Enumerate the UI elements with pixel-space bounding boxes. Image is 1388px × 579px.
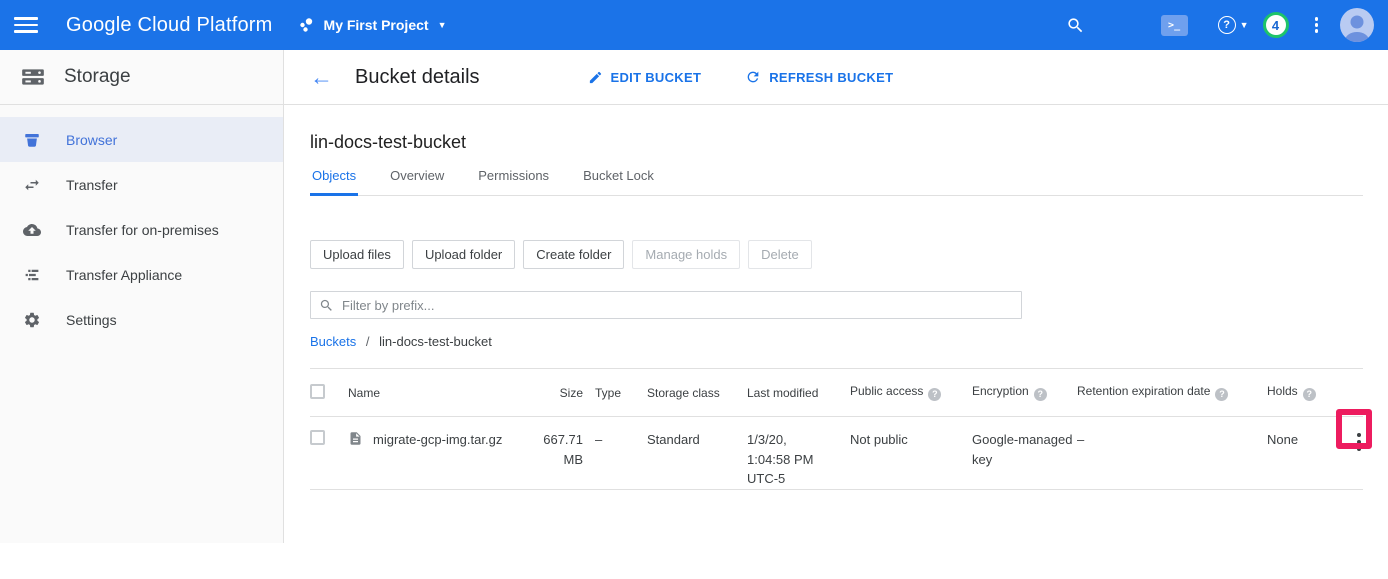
breadcrumb: Buckets / lin-docs-test-bucket (310, 334, 1363, 349)
edit-bucket-label: EDIT BUCKET (611, 70, 702, 85)
back-arrow-icon[interactable]: ← (310, 66, 333, 89)
object-name[interactable]: migrate-gcp-img.tar.gz (373, 430, 502, 450)
notification-badge[interactable]: 4 (1263, 12, 1289, 38)
page-title: Bucket details (355, 66, 480, 89)
object-type: – (595, 417, 647, 490)
tab-bucket-lock[interactable]: Bucket Lock (581, 168, 656, 195)
breadcrumb-current: lin-docs-test-bucket (379, 334, 492, 349)
cloud-shell-icon[interactable]: >_ (1161, 15, 1188, 36)
sidebar-item-label: Browser (66, 132, 117, 148)
refresh-bucket-label: REFRESH BUCKET (769, 70, 893, 85)
storage-product-icon (20, 64, 46, 90)
cloud-upload-icon (22, 221, 42, 239)
pencil-icon (588, 70, 603, 85)
console-body: Storage Browser Transfer Transfer for on… (0, 50, 1388, 543)
help-menu[interactable]: ? ▼ (1218, 16, 1249, 34)
column-header-retention: Retention expiration date (1077, 384, 1210, 398)
breadcrumb-separator: / (366, 334, 370, 349)
column-header-last-modified: Last modified (747, 386, 818, 400)
object-last-modified: 1/3/20, 1:04:58 PM UTC-5 (747, 417, 850, 490)
tab-objects[interactable]: Objects (310, 168, 358, 196)
swap-arrows-icon (22, 176, 42, 194)
sidebar-item-browser[interactable]: Browser (0, 117, 283, 162)
manage-holds-button[interactable]: Manage holds (632, 240, 740, 269)
objects-table: Name Size Type Storage class Last modifi… (310, 368, 1363, 490)
object-holds: None (1267, 417, 1325, 490)
sidebar-item-label: Settings (66, 312, 117, 328)
main-panel: ← Bucket details EDIT BUCKET REFRESH BUC… (284, 50, 1388, 490)
help-icon[interactable]: ? (1303, 388, 1316, 401)
page-header: ← Bucket details EDIT BUCKET REFRESH BUC… (284, 50, 1388, 105)
project-switcher[interactable]: My First Project ▼ (299, 17, 447, 33)
object-public-access: Not public (850, 417, 972, 490)
sidebar-nav: Browser Transfer Transfer for on-premise… (0, 105, 283, 342)
create-folder-button[interactable]: Create folder (523, 240, 624, 269)
tab-overview[interactable]: Overview (388, 168, 446, 195)
content-area: lin-docs-test-bucket Objects Overview Pe… (284, 132, 1388, 490)
sidebar-item-transfer[interactable]: Transfer (0, 162, 283, 207)
search-icon (319, 298, 334, 313)
column-header-encryption: Encryption (972, 384, 1029, 398)
table-row: migrate-gcp-img.tar.gz 667.71 MB – Stand… (310, 417, 1363, 490)
sidebar: Storage Browser Transfer Transfer for on… (0, 50, 284, 543)
topbar: Google Cloud Platform My First Project ▼… (0, 0, 1388, 50)
avatar[interactable] (1340, 8, 1374, 42)
tab-permissions[interactable]: Permissions (476, 168, 551, 195)
shell-prompt-glyph: >_ (1168, 20, 1180, 31)
help-icon[interactable]: ? (1215, 388, 1228, 401)
column-header-size: Size (560, 386, 583, 400)
upload-files-button[interactable]: Upload files (310, 240, 404, 269)
chevron-down-icon: ▼ (438, 20, 447, 30)
column-header-name: Name (348, 386, 380, 400)
help-icon: ? (1218, 16, 1236, 34)
upload-folder-button[interactable]: Upload folder (412, 240, 515, 269)
sidebar-item-transfer-appliance[interactable]: Transfer Appliance (0, 252, 283, 297)
column-header-holds: Holds (1267, 384, 1298, 398)
delete-button[interactable]: Delete (748, 240, 812, 269)
sidebar-item-settings[interactable]: Settings (0, 297, 283, 342)
sidebar-title: Storage (64, 66, 131, 88)
edit-bucket-button[interactable]: EDIT BUCKET (588, 70, 702, 85)
object-storage-class: Standard (647, 417, 747, 490)
breadcrumb-buckets-link[interactable]: Buckets (310, 334, 356, 349)
appliance-list-icon (22, 266, 42, 284)
refresh-icon (745, 69, 761, 85)
sidebar-item-transfer-on-premises[interactable]: Transfer for on-premises (0, 207, 283, 252)
object-retention: – (1077, 417, 1267, 490)
column-header-storage-class: Storage class (647, 386, 720, 400)
sidebar-header: Storage (0, 50, 283, 105)
hamburger-menu-icon[interactable] (14, 17, 38, 33)
sidebar-item-label: Transfer (66, 177, 118, 193)
more-options-icon[interactable] (1315, 17, 1319, 33)
help-icon[interactable]: ? (1034, 388, 1047, 401)
gear-icon (22, 311, 42, 329)
object-size: 667.71 MB (535, 417, 595, 490)
help-icon[interactable]: ? (928, 388, 941, 401)
bucket-name-heading: lin-docs-test-bucket (310, 132, 1363, 153)
topbar-actions: >_ ? ▼ 4 (1066, 8, 1374, 42)
tab-bar: Objects Overview Permissions Bucket Lock (310, 168, 1363, 196)
sidebar-item-label: Transfer for on-premises (66, 222, 219, 238)
column-header-type: Type (595, 386, 621, 400)
sidebar-item-label: Transfer Appliance (66, 267, 182, 283)
filter-input[interactable] (342, 298, 1013, 313)
project-name: My First Project (324, 17, 429, 33)
select-all-checkbox[interactable] (310, 384, 325, 399)
bucket-icon (22, 131, 42, 149)
refresh-bucket-button[interactable]: REFRESH BUCKET (745, 69, 893, 85)
table-header-row: Name Size Type Storage class Last modifi… (310, 369, 1363, 417)
project-icon (299, 17, 315, 33)
chevron-down-icon: ▼ (1240, 20, 1249, 30)
brand-logo[interactable]: Google Cloud Platform (66, 14, 273, 37)
column-header-public-access: Public access (850, 384, 923, 398)
object-encryption: Google-managed key (972, 417, 1077, 490)
filter-field[interactable] (310, 291, 1022, 319)
object-toolbar: Upload files Upload folder Create folder… (310, 240, 1363, 269)
notification-count: 4 (1272, 18, 1279, 33)
search-icon[interactable] (1066, 16, 1085, 35)
row-checkbox[interactable] (310, 430, 325, 445)
row-more-options-icon[interactable] (1355, 431, 1363, 453)
file-icon (348, 430, 363, 452)
